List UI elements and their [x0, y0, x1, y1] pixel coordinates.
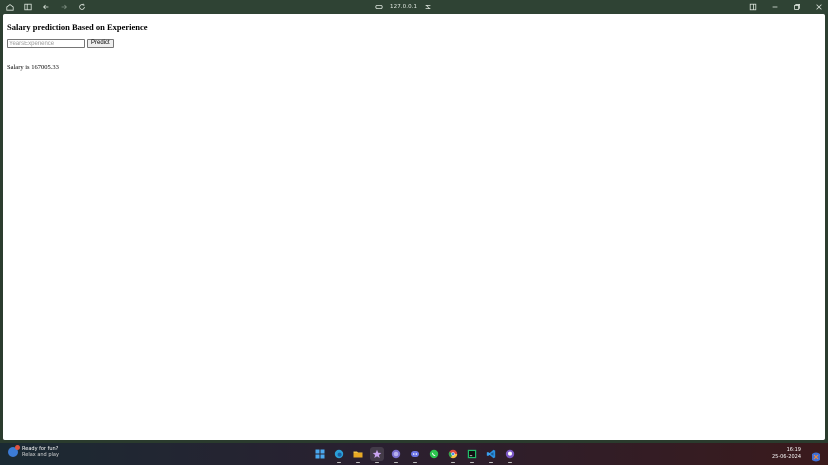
notification-text: Ready for fun? Relax and play: [22, 446, 59, 458]
copilot-icon[interactable]: [810, 448, 822, 462]
notification-badge: [15, 445, 20, 450]
workspaces-icon[interactable]: [5, 2, 15, 12]
running-indicator: [337, 462, 341, 463]
forward-icon[interactable]: [59, 2, 69, 12]
years-experience-input[interactable]: [7, 39, 85, 48]
firefox-icon[interactable]: [389, 447, 403, 463]
site-info-icon[interactable]: [374, 2, 384, 12]
restore-icon[interactable]: [792, 2, 802, 12]
window-controls: [748, 2, 824, 12]
running-indicator: [451, 462, 455, 463]
notification-subtitle: Relax and play: [22, 452, 59, 458]
refresh-icon[interactable]: [77, 2, 87, 12]
system-clock[interactable]: 16:19 25-06-2024: [772, 447, 801, 461]
prediction-form: Predict: [7, 39, 114, 48]
running-indicator: [489, 462, 493, 463]
tab-actions-icon[interactable]: [23, 2, 33, 12]
running-indicator: [356, 462, 360, 463]
taskbar: Ready for fun? Relax and play 16:19 25-0…: [0, 443, 828, 465]
running-indicator: [413, 462, 417, 463]
taskbar-apps: [313, 447, 517, 463]
browser-titlebar: 127.0.0.1: [0, 0, 828, 14]
clock-time: 16:19: [786, 447, 801, 453]
browser-app-icon[interactable]: [370, 447, 384, 463]
chrome-icon[interactable]: [446, 447, 460, 463]
address-bar[interactable]: 127.0.0.1: [374, 2, 433, 12]
screen: 127.0.0.1 Salary prediction Based on Exp…: [0, 0, 828, 465]
page-title: Salary prediction Based on Experience: [7, 22, 148, 32]
running-indicator: [394, 462, 398, 463]
pycharm-icon[interactable]: [465, 447, 479, 463]
widget-notification[interactable]: Ready for fun? Relax and play: [8, 445, 59, 458]
browser-nav-controls: [5, 2, 87, 12]
edge-icon[interactable]: [332, 447, 346, 463]
discord-icon[interactable]: [408, 447, 422, 463]
favorite-icon[interactable]: [423, 2, 433, 12]
start-icon[interactable]: [313, 447, 327, 461]
github-desktop-icon[interactable]: [503, 447, 517, 463]
running-indicator: [470, 462, 474, 463]
predict-button[interactable]: Predict: [87, 39, 114, 48]
running-indicator: [508, 462, 512, 463]
split-screen-icon[interactable]: [748, 2, 758, 12]
running-indicator: [375, 462, 379, 463]
game-widget-icon: [8, 445, 20, 457]
file-explorer-icon[interactable]: [351, 447, 365, 463]
close-icon[interactable]: [814, 2, 824, 12]
address-url[interactable]: 127.0.0.1: [390, 4, 417, 10]
prediction-result: Salary is 167005.33: [7, 64, 59, 71]
vscode-icon[interactable]: [484, 447, 498, 463]
minimize-icon[interactable]: [770, 2, 780, 12]
back-icon[interactable]: [41, 2, 51, 12]
clock-date: 25-06-2024: [771, 454, 801, 460]
page-content: Salary prediction Based on Experience Pr…: [3, 14, 825, 440]
whatsapp-icon[interactable]: [427, 447, 441, 461]
